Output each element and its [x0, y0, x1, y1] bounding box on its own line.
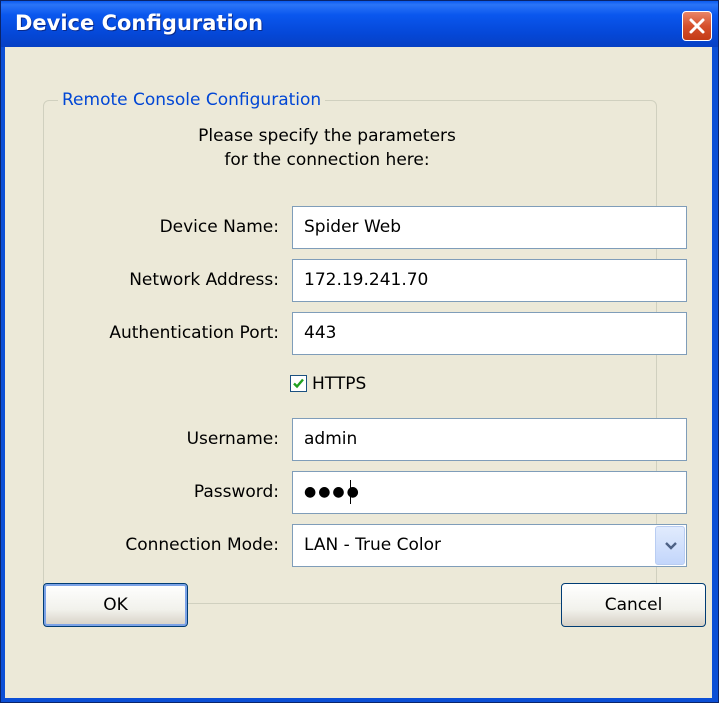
auth-port-label: Authentication Port: — [109, 323, 279, 343]
connection-mode-label: Connection Mode: — [125, 535, 279, 555]
close-button[interactable] — [682, 11, 712, 41]
https-checkbox[interactable] — [290, 375, 307, 392]
username-label: Username: — [186, 429, 279, 449]
connection-mode-value: LAN - True Color — [304, 535, 442, 555]
instructions-line-2: for the connection here: — [224, 150, 430, 170]
chevron-down-icon — [665, 542, 677, 550]
title-bar[interactable]: Device Configuration — [1, 1, 718, 47]
network-address-value: 172.19.241.70 — [304, 270, 429, 290]
connection-mode-select[interactable]: LAN - True Color — [292, 524, 687, 567]
ok-button[interactable]: OK — [43, 583, 188, 627]
device-configuration-dialog: Device Configuration Remote Console Conf… — [0, 0, 719, 703]
checkmark-icon — [293, 378, 304, 389]
window-frame-bottom — [1, 698, 718, 702]
password-label: Password: — [193, 482, 279, 502]
device-name-label: Device Name: — [159, 217, 279, 237]
connection-mode-dropdown-button[interactable] — [655, 526, 685, 565]
auth-port-input[interactable]: 443 — [292, 312, 687, 355]
password-input[interactable]: ●●●● — [292, 471, 687, 514]
network-address-label: Network Address: — [129, 270, 279, 290]
network-address-input[interactable]: 172.19.241.70 — [292, 259, 687, 302]
password-value: ●●●● — [304, 484, 361, 500]
auth-port-value: 443 — [304, 323, 337, 343]
window-frame-right — [712, 47, 718, 702]
device-name-value: Spider Web — [304, 217, 402, 237]
text-caret — [350, 480, 351, 504]
cancel-button[interactable]: Cancel — [561, 583, 706, 627]
close-icon — [689, 18, 705, 34]
window-title: Device Configuration — [15, 11, 264, 35]
instructions-line-1: Please specify the parameters — [198, 126, 456, 146]
instructions-text: Please specify the parameters for the co… — [137, 124, 517, 172]
https-label[interactable]: HTTPS — [312, 374, 366, 394]
dialog-body: Remote Console Configuration Please spec… — [5, 47, 712, 698]
username-value: admin — [304, 429, 358, 449]
username-input[interactable]: admin — [292, 418, 687, 461]
group-legend: Remote Console Configuration — [58, 90, 326, 110]
device-name-input[interactable]: Spider Web — [292, 206, 687, 249]
